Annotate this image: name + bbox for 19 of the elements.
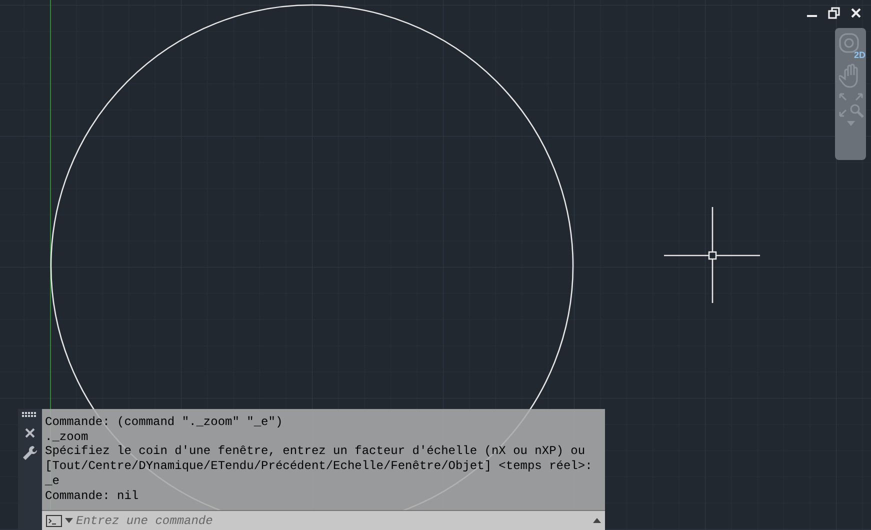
command-input-field[interactable]: Entrez une commande — [76, 514, 590, 528]
command-history-line: Commande: (command "._zoom" "_e") — [45, 415, 284, 430]
close-button[interactable] — [849, 6, 863, 20]
command-history-line: _e — [45, 474, 60, 489]
wheel-label: 2D — [854, 50, 866, 60]
command-prompt-icon[interactable] — [46, 514, 62, 526]
close-button[interactable] — [24, 427, 36, 439]
dropdown-caret-icon[interactable] — [65, 518, 73, 523]
command-history-line: Commande: nil — [45, 488, 140, 504]
history-toggle-icon[interactable] — [593, 518, 601, 523]
command-history-line: Spécifiez le coin d'une fenêtre, entrez un facteur d'échelle (nX ou nXP) ou — [45, 444, 586, 460]
restore-button[interactable] — [827, 6, 841, 20]
minimize-icon — [807, 15, 817, 17]
command-line-field[interactable]: Entrez une commande — [42, 510, 605, 530]
command-history-line: ._zoom — [45, 430, 90, 444]
wrench-icon[interactable] — [22, 445, 38, 461]
command-history-line: [Tout/Centre/DYnamique/ETendu/Précédent/Echelle/Fenêtre/Objet] <temps réel>: — [45, 459, 594, 474]
grip-handle-icon[interactable] — [22, 412, 38, 417]
crosshair-cursor-icon — [663, 206, 761, 304]
